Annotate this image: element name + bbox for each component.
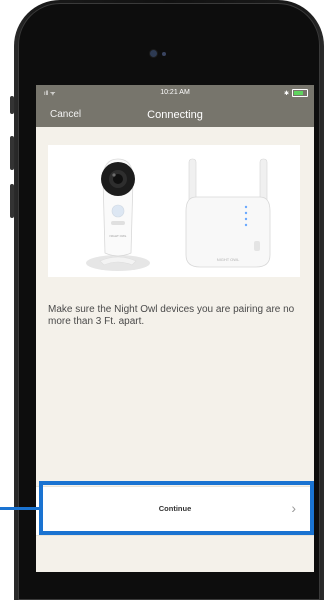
pairing-instruction: Make sure the Night Owl devices you are … xyxy=(48,304,295,327)
svg-text:NIGHT OWL: NIGHT OWL xyxy=(110,234,127,238)
front-camera xyxy=(150,50,157,57)
devices-illustration: NIGHT OWL NIGHT OWL xyxy=(86,158,271,271)
highlight-pointer-line xyxy=(0,507,39,510)
battery-charging-icon xyxy=(292,89,308,97)
status-right: ✱ xyxy=(284,89,308,97)
volume-up-button xyxy=(10,136,14,170)
page-title: Connecting xyxy=(147,109,203,121)
camera-device-icon: NIGHT OWL xyxy=(86,158,150,271)
mute-switch xyxy=(10,96,14,114)
volume-down-button xyxy=(10,184,14,218)
status-time: 10:21 AM xyxy=(160,89,190,96)
bluetooth-icon: ✱ xyxy=(283,90,289,97)
status-bar: ıll ᯤ 10:21 AM ✱ xyxy=(36,85,314,101)
wifi-extender-icon: NIGHT OWL xyxy=(185,158,271,268)
navigation-bar: Cancel Connecting xyxy=(36,101,314,127)
svg-text:NIGHT OWL: NIGHT OWL xyxy=(217,257,240,262)
devices-image: NIGHT OWL NIGHT OWL xyxy=(48,145,300,277)
continue-highlight-box xyxy=(39,481,314,535)
sensor-dot xyxy=(162,52,166,56)
